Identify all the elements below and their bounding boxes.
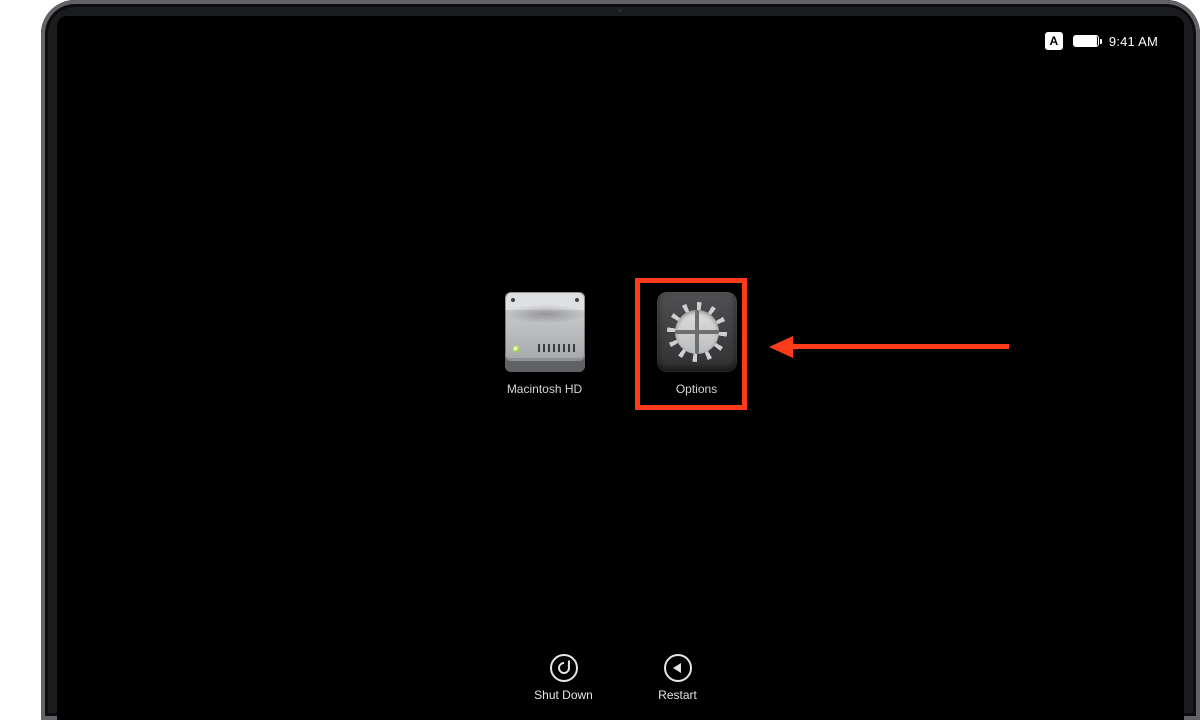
restart-button[interactable]: Restart [642, 654, 714, 702]
macbook-frame: A 9:41 AM Macintosh HD Options [41, 0, 1200, 720]
gear-icon [657, 292, 737, 372]
shutdown-button[interactable]: Shut Down [528, 654, 600, 702]
startup-targets: Macintosh HD Options [57, 292, 1184, 396]
input-source-indicator[interactable]: A [1045, 32, 1063, 50]
status-bar: A 9:41 AM [1045, 32, 1158, 50]
boot-screen: A 9:41 AM Macintosh HD Options [57, 16, 1184, 720]
startup-disk-item[interactable]: Macintosh HD [505, 292, 585, 396]
options-item[interactable]: Options [657, 292, 737, 396]
options-label: Options [676, 382, 717, 396]
startup-disk-label: Macintosh HD [507, 382, 582, 396]
camera-dot [618, 8, 624, 14]
battery-icon [1073, 35, 1099, 47]
shutdown-label: Shut Down [534, 688, 593, 702]
hard-drive-icon [505, 292, 585, 372]
restart-icon [664, 654, 692, 682]
restart-label: Restart [658, 688, 697, 702]
power-icon [550, 654, 578, 682]
power-actions-row: Shut Down Restart [57, 654, 1184, 702]
clock: 9:41 AM [1109, 34, 1158, 49]
